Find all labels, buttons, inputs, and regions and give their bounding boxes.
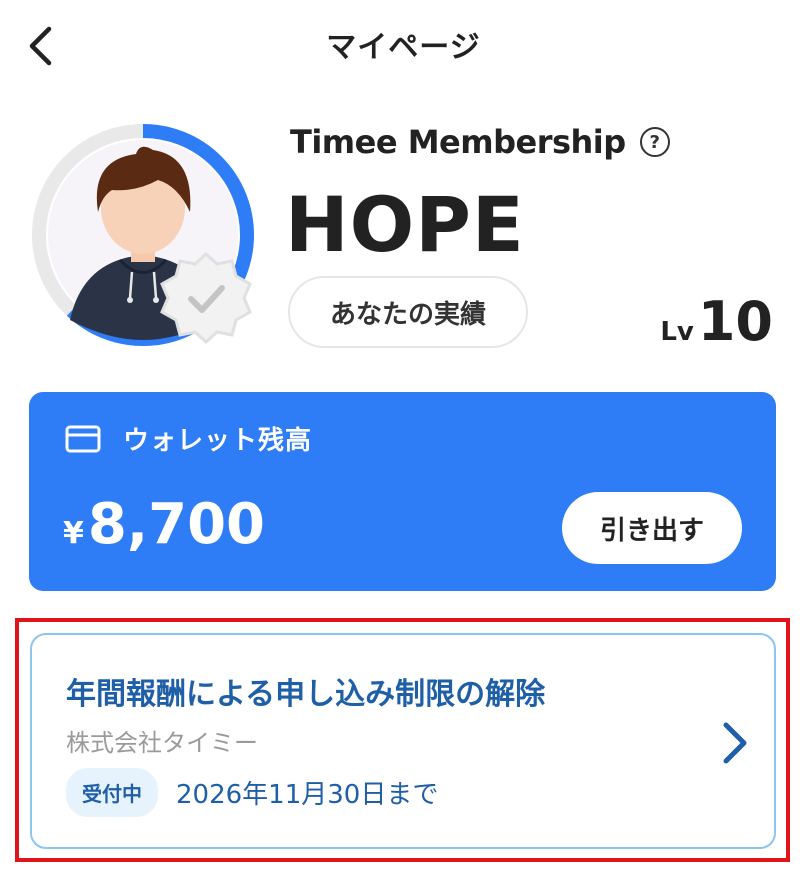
page-title: マイページ [326,30,481,65]
membership-rank: HOPE [285,180,525,269]
notice-title: 年間報酬による申し込み制限の解除 [66,677,546,712]
level-prefix: Lv [660,317,694,347]
header-bar: マイページ [0,0,807,95]
level-value: 10 [697,290,773,353]
credit-card-icon [65,425,101,452]
withdraw-button[interactable]: 引き出す [562,492,742,564]
level-indicator: Lv 10 [660,290,773,353]
question-circle-icon[interactable]: ? [639,127,670,157]
wallet-label: ウォレット残高 [123,426,313,456]
chevron-right-icon [723,722,747,764]
membership-header: Timee Membership ? [290,120,670,164]
membership-title: Timee Membership [290,123,626,161]
wallet-card: ウォレット残高 ¥ 8,700 引き出す [29,392,776,591]
deadline-text: 2026年11月30日まで [176,780,439,810]
notice-company: 株式会社タイミー [66,729,258,757]
status-badge: 受付中 [66,768,158,817]
restriction-release-card[interactable]: 年間報酬による申し込み制限の解除 株式会社タイミー 受付中 2026年11月30… [30,633,776,849]
verified-badge-icon [160,251,252,345]
achievements-button[interactable]: あなたの実績 [288,276,528,348]
currency-symbol: ¥ [63,516,84,551]
wallet-header: ウォレット残高 [65,420,312,457]
avatar [28,120,258,350]
notice-status-row: 受付中 2026年11月30日まで [66,768,438,817]
balance-amount: 8,700 [87,492,266,557]
wallet-balance: ¥ 8,700 [63,492,265,557]
